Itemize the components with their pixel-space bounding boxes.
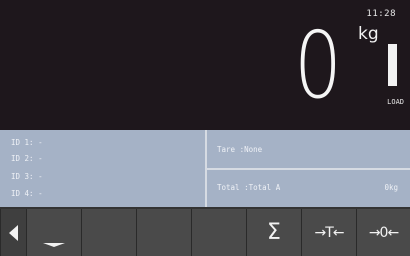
arrow-left-icon <box>9 224 18 241</box>
weight-display: 11:28 0 kg LOAD <box>0 0 410 130</box>
tare-label: Tare :None <box>217 145 263 154</box>
softkey-blank-3[interactable] <box>191 209 246 256</box>
total-label: Total :Total A <box>217 183 281 192</box>
softkey-sum[interactable]: Σ <box>246 209 301 256</box>
softkey-zero[interactable]: →0← <box>356 209 410 256</box>
softkey-back[interactable] <box>0 209 26 256</box>
id-3-label: ID 3: - <box>11 172 43 181</box>
total-value: 0kg <box>384 183 398 192</box>
underline-icon <box>43 243 65 247</box>
info-panel: ID 1: - ID 2: - ID 3: - ID 4: - Tare :No… <box>0 130 410 207</box>
id-1-label: ID 1: - <box>11 138 43 147</box>
id-2-label: ID 2: - <box>11 154 43 163</box>
load-bar-indicator <box>388 44 397 86</box>
tare-icon: →T← <box>314 224 344 241</box>
softkey-tare[interactable]: →T← <box>301 209 356 256</box>
load-label: LOAD <box>387 98 404 106</box>
clock: 11:28 <box>366 9 396 19</box>
zero-icon: →0← <box>368 224 399 241</box>
weight-value: 0 <box>294 12 343 119</box>
scale-terminal-screen: 11:28 0 kg LOAD ID 1: - ID 2: - ID 3: - … <box>0 0 410 256</box>
softkey-underscore[interactable] <box>26 209 81 256</box>
total-panel: Total :Total A 0kg <box>207 170 410 207</box>
tare-panel: Tare :None <box>207 130 410 168</box>
softkey-blank-1[interactable] <box>81 209 136 256</box>
id-4-label: ID 4: - <box>11 189 43 198</box>
softkey-bar: Σ →T← →0← <box>0 207 410 256</box>
softkey-blank-2[interactable] <box>136 209 191 256</box>
weight-unit: kg <box>358 24 379 44</box>
id-panel: ID 1: - ID 2: - ID 3: - ID 4: - <box>0 130 205 207</box>
sigma-icon: Σ <box>267 220 281 245</box>
